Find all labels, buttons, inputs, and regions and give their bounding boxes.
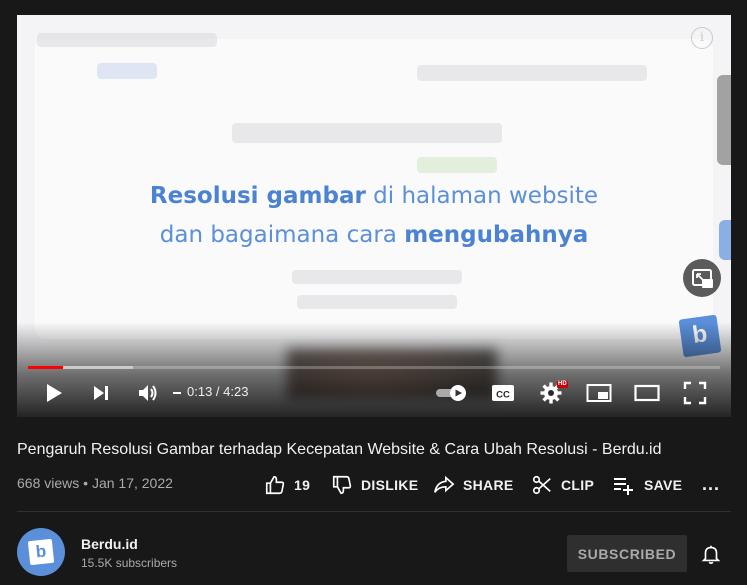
autoplay-toggle[interactable]	[432, 375, 472, 411]
cc-label: CC	[496, 390, 510, 401]
hd-badge: HD	[557, 381, 568, 388]
upload-date: Jan 17, 2022	[91, 475, 173, 491]
section-divider	[17, 511, 731, 512]
overlay-text: dan bagaimana cara	[159, 222, 405, 248]
miniplayer-overlay-button[interactable]	[683, 259, 721, 297]
channel-name[interactable]: Berdu.id	[81, 536, 138, 552]
channel-avatar-letter: b	[27, 538, 55, 566]
more-actions-button[interactable]: ...	[702, 472, 722, 496]
play-icon	[47, 384, 62, 402]
video-title: Pengaruh Resolusi Gambar terhadap Kecepa…	[17, 441, 662, 458]
volume-icon	[139, 385, 157, 401]
picture-in-picture-icon	[692, 269, 713, 288]
volume-slider-handle	[173, 392, 181, 394]
meta-separator: •	[79, 475, 92, 491]
miniplayer-icon	[586, 384, 612, 402]
time-display: 0:13 / 4:23	[187, 384, 248, 399]
overlay-text: di halaman website	[365, 183, 599, 209]
channel-avatar[interactable]: b	[17, 528, 65, 576]
info-glyph: i	[699, 30, 705, 45]
dislike-label: DISLIKE	[361, 477, 419, 493]
overlay-bold-text: Resolusi gambar	[149, 183, 366, 209]
duration: 4:23	[223, 384, 249, 399]
next-icon	[94, 386, 108, 400]
save-label: SAVE	[644, 477, 683, 493]
like-button[interactable]: 19	[264, 473, 310, 497]
blurred-shape	[717, 75, 731, 165]
bell-icon	[701, 545, 721, 564]
video-meta: 668 views • Jan 17, 2022	[17, 475, 173, 491]
share-button[interactable]: SHARE	[433, 473, 514, 497]
subscriber-count: 15.5K subscribers	[81, 556, 178, 570]
captions-button[interactable]: CC	[487, 375, 519, 411]
fullscreen-button[interactable]	[679, 375, 711, 411]
mute-button[interactable]	[132, 375, 164, 411]
video-overlay-line-2: dan bagaimana cara mengubahnya	[17, 222, 731, 248]
scissors-icon	[532, 475, 551, 495]
overlay-bold-text: mengubahnya	[404, 222, 589, 248]
notification-bell-button[interactable]	[700, 543, 722, 570]
blurred-shape	[292, 270, 462, 284]
play-button[interactable]	[37, 375, 71, 411]
theater-icon	[634, 384, 660, 402]
settings-button[interactable]: HD	[535, 375, 568, 411]
thumbs-down-icon	[332, 475, 352, 495]
playlist-add-icon	[614, 478, 633, 495]
blurred-shape	[417, 65, 647, 81]
clip-button[interactable]: CLIP	[531, 473, 594, 497]
next-button[interactable]	[85, 375, 117, 411]
blurred-shape	[232, 123, 502, 143]
blurred-shape	[417, 157, 497, 173]
blurred-shape	[97, 63, 157, 79]
volume-slider[interactable]	[171, 375, 183, 411]
time-separator: /	[212, 384, 224, 399]
more-actions-label: ...	[702, 473, 721, 494]
view-count: 668 views	[17, 475, 80, 491]
video-overlay-line-1: Resolusi gambar di halaman website	[17, 183, 731, 209]
autoplay-toggle-icon	[436, 385, 466, 401]
share-label: SHARE	[463, 477, 514, 493]
dislike-button[interactable]: DISLIKE	[331, 473, 418, 497]
share-icon	[434, 475, 455, 493]
progress-played	[28, 366, 64, 369]
video-player[interactable]: Resolusi gambar di halaman website dan b…	[17, 15, 731, 417]
miniplayer-button[interactable]	[583, 375, 615, 411]
player-controls: 0:13 / 4:23 CC HD	[17, 375, 731, 415]
fullscreen-icon	[683, 381, 707, 405]
current-time: 0:13	[187, 384, 213, 399]
progress-bar[interactable]	[28, 366, 720, 369]
thumbs-up-icon	[265, 475, 285, 495]
save-button[interactable]: SAVE	[612, 473, 682, 497]
info-icon[interactable]: i	[691, 27, 713, 49]
subscribe-button[interactable]: SUBSCRIBED	[567, 535, 687, 572]
like-count: 19	[294, 477, 311, 493]
blurred-shape	[297, 295, 457, 309]
blurred-shape	[37, 33, 217, 47]
cc-icon: CC	[492, 385, 514, 401]
theater-mode-button[interactable]	[631, 375, 663, 411]
clip-label: CLIP	[561, 477, 595, 493]
